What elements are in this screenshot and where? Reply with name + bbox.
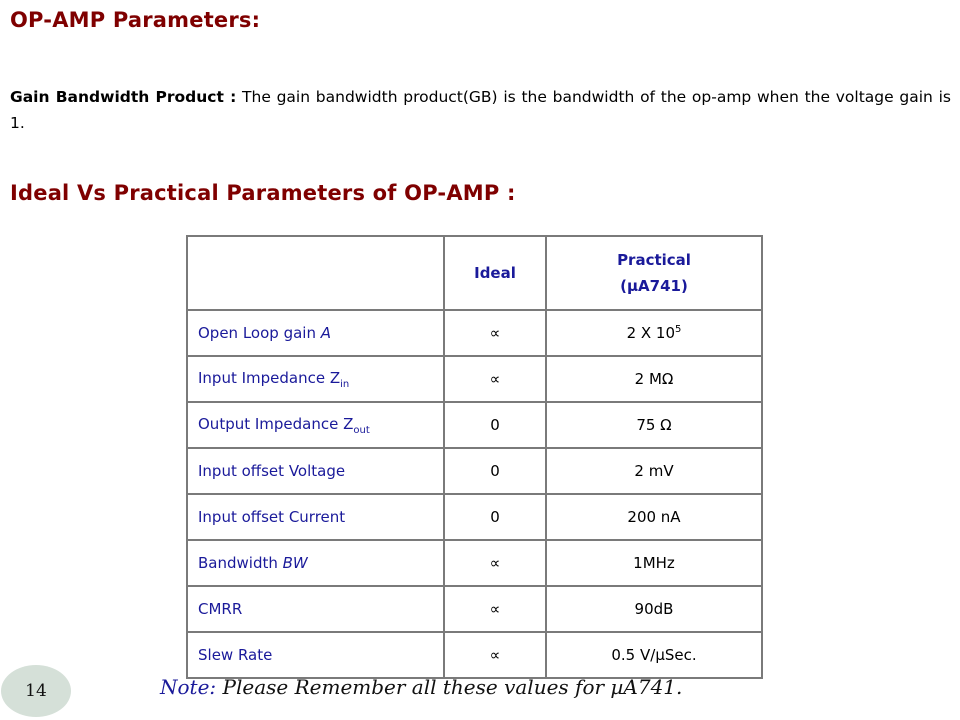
- infinity-icon: ∝: [443, 309, 547, 357]
- table-row: Slew Rate ∝ 0.5 V/µSec.: [186, 631, 763, 679]
- practical-value: 90dB: [545, 585, 763, 633]
- practical-value-text: 1MHz: [633, 554, 675, 572]
- ideal-value: 0: [443, 493, 547, 541]
- gbp-paragraph: Gain Bandwidth Product : The gain bandwi…: [10, 84, 951, 136]
- parameter-label: CMRR: [198, 600, 243, 618]
- table-row: Open Loop gain A ∝ 2 X 105: [186, 309, 763, 357]
- practical-value-text: 90dB: [634, 600, 674, 618]
- practical-value: 75 Ω: [545, 401, 763, 449]
- table-row: Input Impedance Zin ∝ 2 MΩ: [186, 355, 763, 403]
- parameter-symbol: BW: [282, 554, 308, 572]
- infinity-icon: ∝: [443, 585, 547, 633]
- ideal-value: 0: [443, 447, 547, 495]
- practical-value: 0.5 V/µSec.: [545, 631, 763, 679]
- table-row: Input offset Current 0 200 nA: [186, 493, 763, 541]
- parameter-name: Input offset Current: [186, 493, 445, 541]
- infinity-icon: ∝: [443, 355, 547, 403]
- practical-value: 2 mV: [545, 447, 763, 495]
- section-title: Ideal Vs Practical Parameters of OP-AMP …: [10, 181, 516, 205]
- infinity-icon: ∝: [443, 539, 547, 587]
- parameter-name: CMRR: [186, 585, 445, 633]
- parameter-label: Slew Rate: [198, 646, 273, 664]
- parameters-table: Ideal Practical (µA741) Open Loop gain A ∝…: [186, 235, 763, 679]
- parameter-label: Input offset Current: [198, 508, 346, 526]
- parameter-label: Input Impedance Z: [198, 368, 341, 387]
- header-blank: [186, 235, 445, 311]
- header-ideal: Ideal: [443, 235, 547, 311]
- note-label: Note:: [160, 675, 217, 699]
- parameter-label: Open Loop gain: [198, 324, 321, 342]
- table-row: Output Impedance Zout 0 75 Ω: [186, 401, 763, 449]
- table-row: CMRR ∝ 90dB: [186, 585, 763, 633]
- practical-value-text: 0.5 V/µSec.: [611, 646, 697, 664]
- header-practical-label: Practical (µA741): [617, 251, 691, 295]
- page-title: OP-AMP Parameters:: [10, 8, 261, 32]
- practical-value: 2 MΩ: [545, 355, 763, 403]
- parameter-name: Slew Rate: [186, 631, 445, 679]
- practical-value-text: 2 MΩ: [634, 370, 674, 388]
- parameter-name: Bandwidth BW: [186, 539, 445, 587]
- table-row: Bandwidth BW ∝ 1MHz: [186, 539, 763, 587]
- practical-value: 2 X 105: [545, 309, 763, 357]
- parameter-name: Output Impedance Zout: [186, 401, 445, 449]
- practical-value-text: 75 Ω: [636, 416, 672, 434]
- parameter-label: Input offset Voltage: [198, 462, 346, 480]
- ideal-value: 0: [443, 401, 547, 449]
- parameter-subscript: in: [340, 378, 350, 390]
- table-header-row: Ideal Practical (µA741): [186, 235, 763, 311]
- footer-note: Note: Please Remember all these values f…: [160, 675, 682, 699]
- infinity-icon: ∝: [443, 631, 547, 679]
- table-row: Input offset Voltage 0 2 mV: [186, 447, 763, 495]
- practical-value-text: 200 nA: [627, 508, 681, 526]
- page-number-badge: 14: [1, 665, 71, 717]
- parameter-name: Input offset Voltage: [186, 447, 445, 495]
- parameter-label: Bandwidth: [198, 554, 283, 572]
- practical-value: 200 nA: [545, 493, 763, 541]
- practical-value-text: 2 X 10: [626, 324, 676, 342]
- parameter-name: Input Impedance Zin: [186, 355, 445, 403]
- gbp-term: Gain Bandwidth Product :: [10, 88, 237, 106]
- header-practical: Practical (µA741): [545, 235, 763, 311]
- parameter-subscript: out: [353, 424, 370, 436]
- practical-exponent: 5: [675, 324, 682, 335]
- practical-value: 1MHz: [545, 539, 763, 587]
- note-text: Please Remember all these values for µA7…: [216, 675, 683, 699]
- parameter-label: Output Impedance Z: [198, 414, 354, 433]
- parameter-name: Open Loop gain A: [186, 309, 445, 357]
- practical-value-text: 2 mV: [634, 462, 674, 480]
- parameter-symbol: A: [320, 324, 331, 342]
